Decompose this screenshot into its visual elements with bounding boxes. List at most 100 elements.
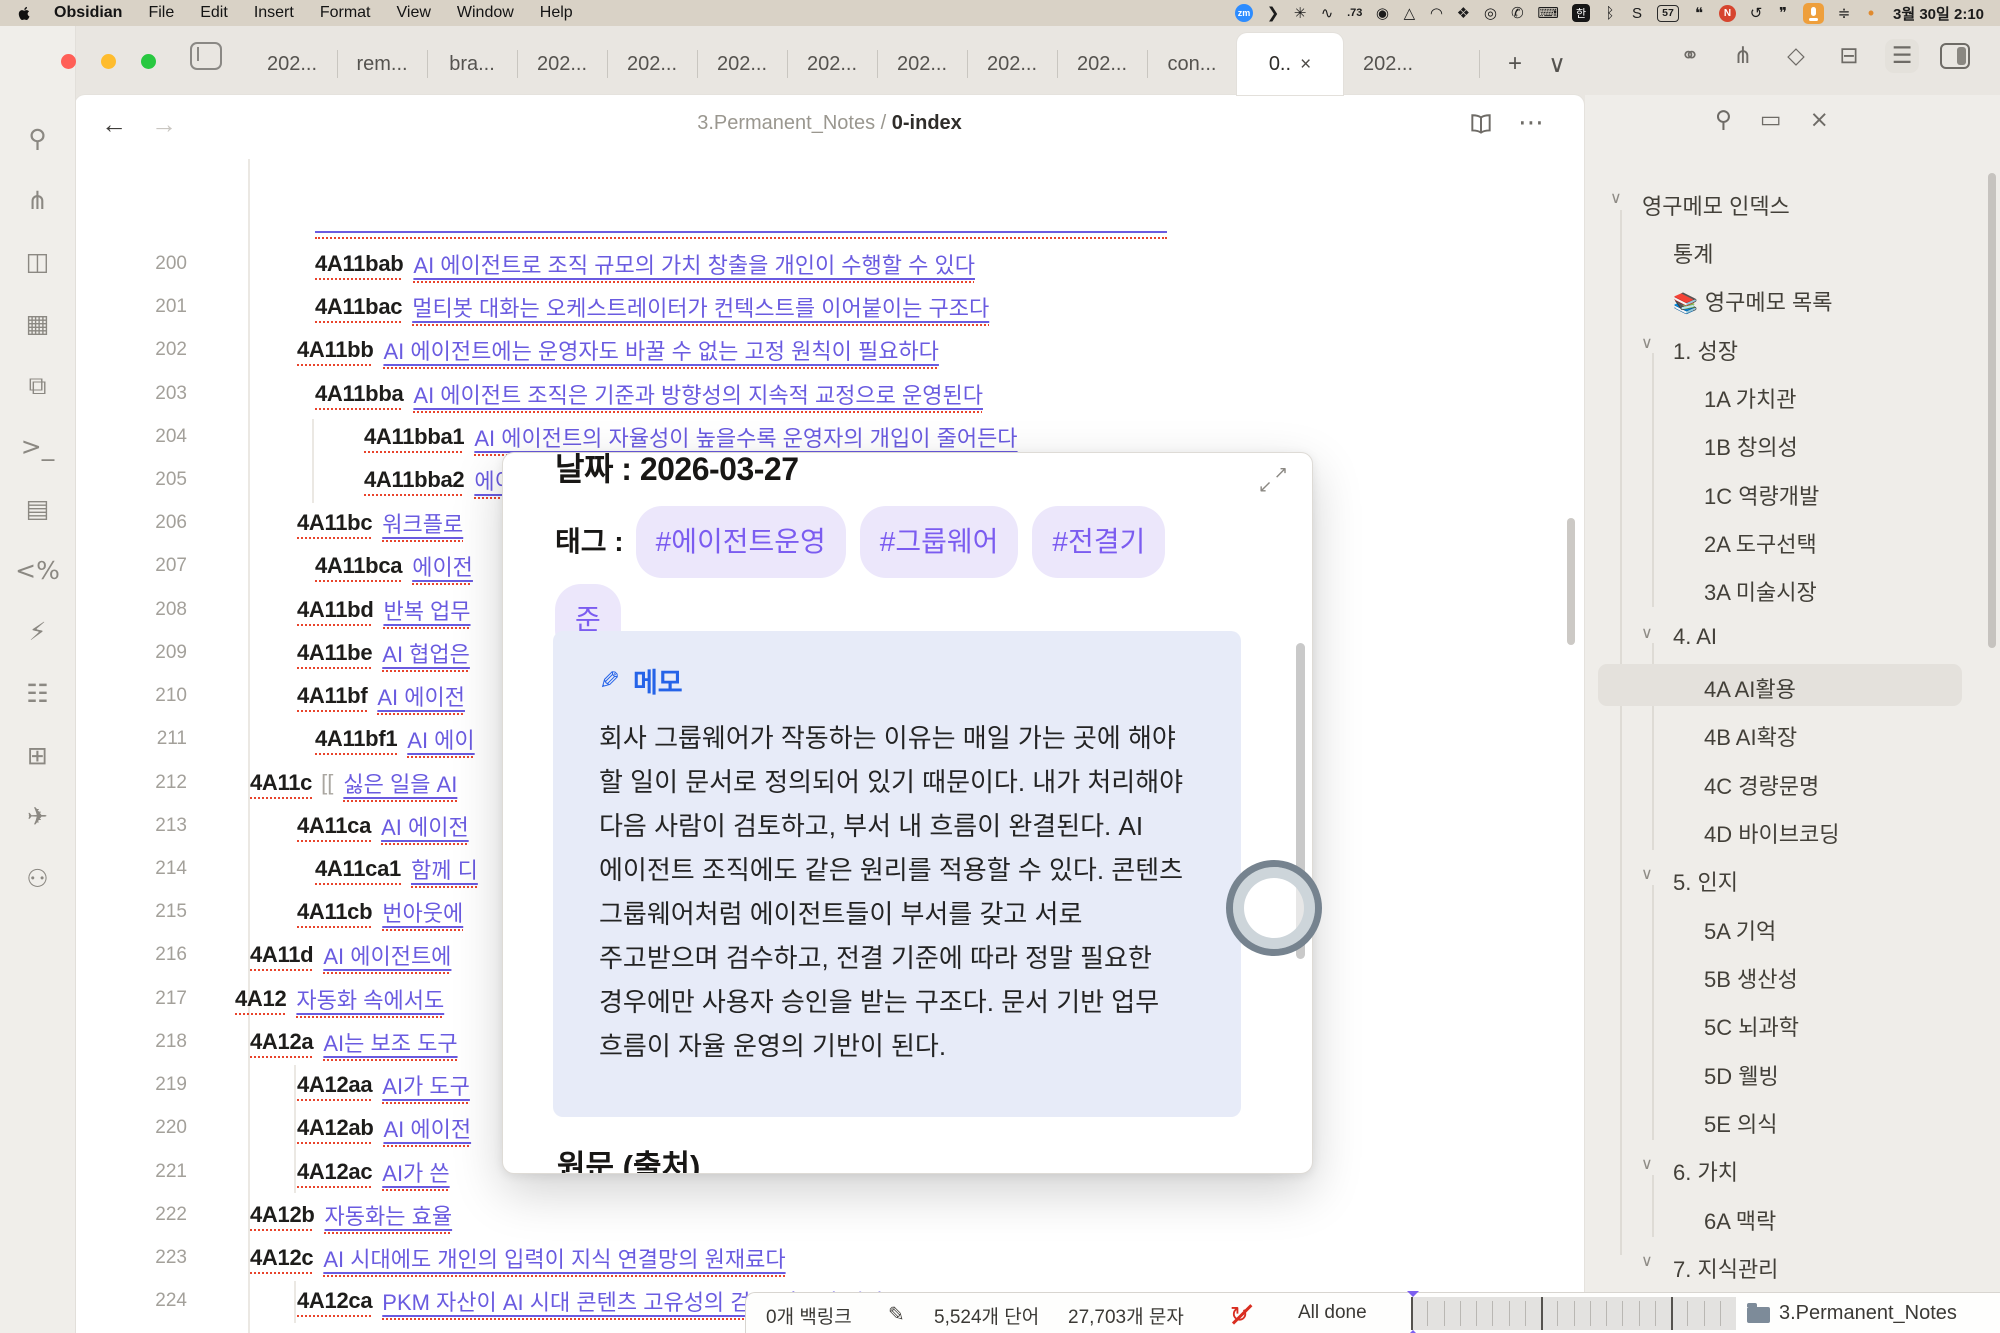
- breadcrumb[interactable]: 3.Permanent_Notes / 0-index: [275, 112, 1384, 135]
- outline-item[interactable]: ∨ 📚6. 가치: [1598, 1147, 1962, 1189]
- outline-item[interactable]: ∨ 📚4D 바이브코딩: [1598, 809, 1962, 851]
- menu-status-icon[interactable]: ✳: [1293, 4, 1307, 22]
- note-link[interactable]: AI 협업은: [382, 637, 470, 669]
- ribbon-icon[interactable]: ✈: [0, 797, 75, 837]
- progress-slider[interactable]: [1411, 1297, 1736, 1330]
- menu-item[interactable]: Window: [457, 4, 514, 22]
- chevron-down-icon[interactable]: ∨: [1610, 188, 1622, 208]
- reading-mode-icon[interactable]: [1468, 112, 1494, 138]
- minimize-window-button[interactable]: [101, 54, 116, 69]
- tag-pill[interactable]: #그룹웨어: [860, 506, 1019, 578]
- ribbon-icon[interactable]: ⋔: [0, 181, 75, 221]
- menu-status-icon[interactable]: 한: [1572, 4, 1590, 22]
- tab[interactable]: 202...: [1343, 33, 1433, 95]
- graph-view-icon[interactable]: ⋔: [1726, 39, 1760, 73]
- tab[interactable]: 202...: [1057, 33, 1147, 95]
- note-link[interactable]: 싫은 일을 AI: [343, 767, 457, 799]
- menu-status-icon[interactable]: 57: [1657, 5, 1679, 22]
- menu-status-icon[interactable]: ✆: [1510, 4, 1524, 22]
- menu-status-icon[interactable]: .73: [1347, 4, 1362, 22]
- tab[interactable]: rem...: [337, 33, 427, 95]
- note-link[interactable]: 자동화 속에서도: [296, 983, 444, 1015]
- menu-status-icon[interactable]: S: [1630, 4, 1644, 22]
- chevron-down-icon[interactable]: ∨: [1641, 1154, 1653, 1174]
- right-sidebar-toggle-icon[interactable]: [1938, 39, 1972, 73]
- sync-disabled-icon[interactable]: ↻: [1230, 1302, 1254, 1326]
- menu-status-icon[interactable]: ❝: [1692, 4, 1706, 22]
- ribbon-icon[interactable]: ☷: [0, 674, 75, 714]
- more-options-icon[interactable]: ⋯: [1518, 107, 1544, 138]
- ribbon-icon[interactable]: >_: [0, 427, 75, 467]
- outline-item[interactable]: ∨ 📚1A 가치관: [1598, 374, 1962, 416]
- tab[interactable]: 202...: [247, 33, 337, 95]
- tab[interactable]: 202...: [967, 33, 1057, 95]
- note-link[interactable]: AI 에이전트 조직은 기준과 방향성의 지속적 교정으로 운영된다: [413, 378, 983, 410]
- note-link[interactable]: AI 에이전: [377, 680, 465, 712]
- close-icon[interactable]: ×: [1810, 107, 1829, 133]
- outline-item[interactable]: ∨ 📚1C 역량개발: [1598, 471, 1962, 513]
- menu-status-icon[interactable]: ⌨: [1537, 4, 1559, 22]
- outline-item[interactable]: ∨ 📚4A AI활용: [1598, 664, 1962, 706]
- ribbon-icon[interactable]: ⚇: [0, 859, 75, 899]
- outline-icon[interactable]: ☰: [1885, 39, 1919, 73]
- back-button[interactable]: ←: [101, 109, 127, 140]
- outline-item[interactable]: ∨ 📚1. 성장: [1598, 326, 1962, 368]
- outline-item[interactable]: ∨ 📚통계: [1598, 229, 1962, 271]
- note-link[interactable]: 에이전: [412, 550, 473, 582]
- close-window-button[interactable]: [61, 54, 76, 69]
- backlinks-count[interactable]: 0개 백링크: [766, 1302, 852, 1329]
- expand-icon[interactable]: ▭: [1760, 107, 1782, 133]
- tab[interactable]: 202...: [607, 33, 697, 95]
- menu-status-icon[interactable]: ❖: [1456, 4, 1470, 22]
- ribbon-icon[interactable]: ◫: [0, 242, 75, 282]
- left-sidebar-toggle-icon[interactable]: [190, 42, 222, 70]
- tab[interactable]: 0.. ×: [1237, 33, 1343, 95]
- menu-item[interactable]: Edit: [200, 4, 228, 22]
- outline-item[interactable]: ∨ 📚5D 웰빙: [1598, 1051, 1962, 1093]
- menu-item[interactable]: View: [397, 4, 431, 22]
- note-link[interactable]: AI가 도구: [382, 1069, 470, 1101]
- editor-scrollbar[interactable]: [1567, 518, 1575, 645]
- outline-item[interactable]: ∨ 📚5C 뇌과학: [1598, 1002, 1962, 1044]
- zoom-window-button[interactable]: [141, 54, 156, 69]
- char-count[interactable]: 27,703개 문자: [1068, 1302, 1184, 1329]
- menu-item[interactable]: Help: [540, 4, 573, 22]
- edit-mode-pencil-icon[interactable]: ✎: [888, 1302, 905, 1327]
- tab[interactable]: bra...: [427, 33, 517, 95]
- note-link[interactable]: AI 에이전: [383, 1112, 471, 1144]
- menu-status-icon[interactable]: ◎: [1483, 4, 1497, 22]
- menu-clock[interactable]: 3월 30일 2:10: [1893, 3, 1984, 24]
- outline-item[interactable]: ∨ 📚영구메모 인덱스: [1598, 181, 1962, 223]
- menu-status-icon[interactable]: zm: [1235, 4, 1253, 22]
- outline-item[interactable]: ∨ 📚5. 인지: [1598, 857, 1962, 899]
- note-link[interactable]: AI 에이전트에는 운영자도 바꿀 수 없는 고정 원칙이 필요하다: [383, 334, 938, 366]
- note-link[interactable]: AI 에이전트에: [323, 939, 451, 971]
- sync-status-text[interactable]: All done: [1298, 1302, 1367, 1324]
- ribbon-icon[interactable]: ⧉: [0, 366, 75, 406]
- chevron-down-icon[interactable]: ∨: [1641, 864, 1653, 884]
- breadcrumb-file[interactable]: 0-index: [892, 112, 962, 134]
- menu-status-icon[interactable]: △: [1402, 4, 1416, 22]
- tab[interactable]: 202...: [787, 33, 877, 95]
- outline-item[interactable]: ∨ 📚영구메모 목록: [1598, 277, 1962, 319]
- outline-item[interactable]: ∨ 📚1B 창의성: [1598, 422, 1962, 464]
- menu-status-icon[interactable]: ◉: [1375, 4, 1389, 22]
- note-link[interactable]: AI는 보조 도구: [323, 1026, 457, 1058]
- archive-icon[interactable]: ⊟: [1832, 39, 1866, 73]
- chevron-down-icon[interactable]: ∨: [1641, 333, 1653, 353]
- chevron-down-icon[interactable]: ∨: [1641, 623, 1653, 643]
- menu-item[interactable]: File: [148, 4, 174, 22]
- tab-close-icon[interactable]: ×: [1300, 55, 1311, 74]
- note-link[interactable]: 워크플로: [382, 507, 463, 539]
- apple-logo-icon[interactable]: [16, 4, 34, 22]
- outline-item[interactable]: ∨ 📚4. AI: [1598, 616, 1962, 658]
- tag-pill[interactable]: #전결기: [1032, 506, 1165, 578]
- vault-switcher[interactable]: 3.Permanent_Notes: [1747, 1302, 1957, 1325]
- menu-status-icon[interactable]: •: [1864, 4, 1878, 22]
- note-link[interactable]: AI가 쓴: [382, 1156, 449, 1188]
- menu-item[interactable]: Insert: [254, 4, 294, 22]
- tab[interactable]: 202...: [877, 33, 967, 95]
- tab[interactable]: 202...: [517, 33, 607, 95]
- outgoing-links-icon[interactable]: ⚭: [1673, 39, 1707, 73]
- word-count[interactable]: 5,524개 단어: [934, 1302, 1039, 1329]
